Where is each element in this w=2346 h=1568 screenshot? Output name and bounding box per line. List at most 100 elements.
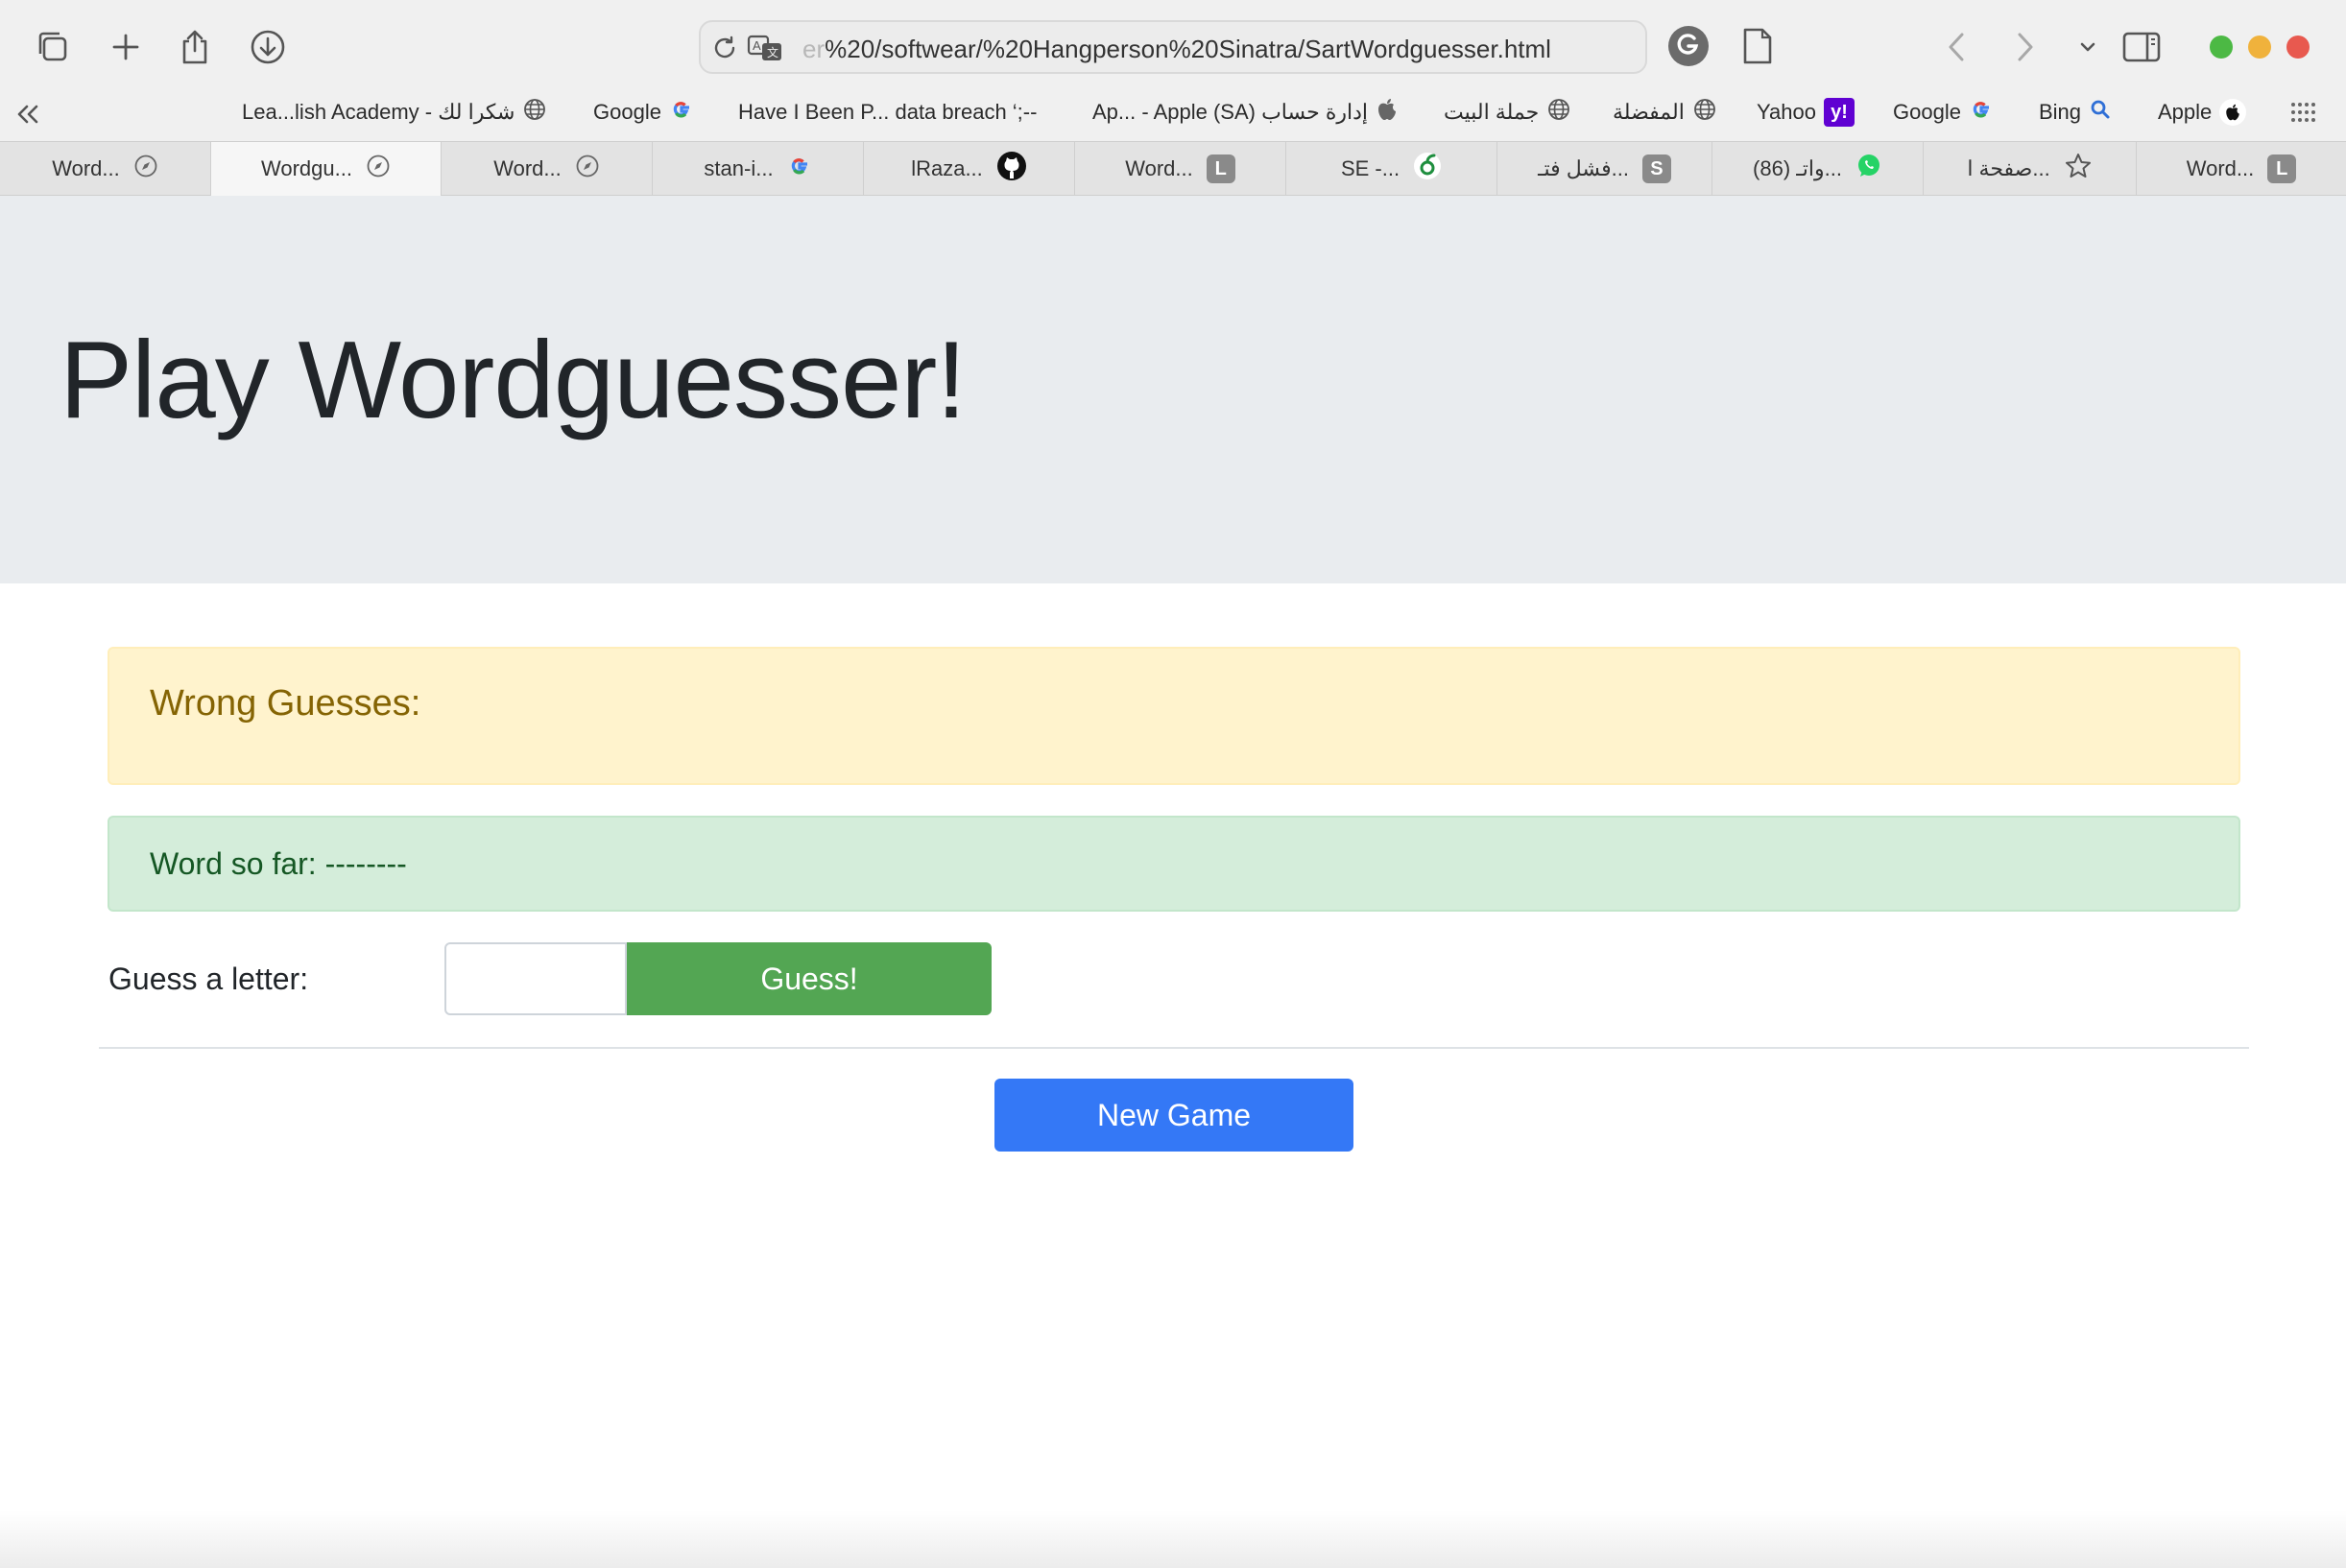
bookmark-label: Lea...lish Academy - شكرا لك (242, 100, 515, 124)
window-bottom-shadow (0, 1510, 2346, 1568)
traffic-light-yellow[interactable] (2248, 36, 2271, 59)
yahoo-icon: y! (1823, 98, 1855, 127)
chevron-left-icon (1941, 33, 1974, 71)
word-so-far-alert: Word so far: -------- (108, 816, 2240, 912)
share-icon (178, 28, 212, 66)
tab-label: (86) واتـ... (1753, 156, 1842, 180)
forward-button[interactable] (2008, 27, 2041, 72)
tab[interactable]: Word... L (1075, 142, 1286, 196)
tab-label: Word... (493, 156, 562, 180)
bookmark-item[interactable]: Bing (2039, 96, 2112, 129)
chevron-down-icon (2075, 42, 2100, 63)
all-bookmarks-button[interactable] (2290, 102, 2315, 128)
plus-icon (108, 30, 143, 64)
bookmark-item[interactable]: Google (593, 96, 694, 129)
downloads-button[interactable] (242, 21, 294, 73)
grammarly-icon (1674, 30, 1703, 63)
tab[interactable]: SE -... (1286, 142, 1497, 196)
github-icon (996, 151, 1027, 187)
bookmark-item[interactable]: Yahoo y! (1757, 96, 1855, 129)
address-bar[interactable]: A文 er%20/softwear/%20Hangperson%20Sinatr… (699, 20, 1647, 74)
google-icon (787, 154, 812, 184)
tab[interactable]: stan-i... (653, 142, 864, 196)
tab-label: Wordgu... (261, 156, 352, 180)
bookmark-label: Apple (2158, 100, 2213, 124)
bookmark-item[interactable]: Have I Been P... data breach ‘;-- (738, 96, 1037, 129)
tab-bar: Word... Wordgu... Word... stan-i... lRaz… (0, 141, 2346, 196)
bookmark-label: Have I Been P... data breach ‘;-- (738, 100, 1038, 124)
tab[interactable]: Word... (0, 142, 211, 196)
history-dropdown[interactable] (2075, 35, 2100, 64)
wrong-guesses-label: Wrong Guesses: (150, 683, 421, 724)
new-game-button[interactable]: New Game (994, 1079, 1353, 1152)
tab-label: lRaza... (911, 156, 983, 180)
bookmark-label: Bing (2039, 100, 2082, 124)
wrong-guesses-alert: Wrong Guesses: (108, 647, 2240, 785)
apple-icon (1376, 97, 1399, 128)
tab-overview-button[interactable] (27, 21, 79, 73)
bookmark-item[interactable]: جملة البيت (1444, 96, 1571, 129)
tab-label: Word... (1125, 156, 1193, 180)
svg-text:A: A (753, 38, 761, 53)
tab-overview-icon (34, 28, 72, 66)
tab-active[interactable]: Wordgu... (211, 142, 442, 196)
divider (99, 1047, 2249, 1049)
tab[interactable]: Word... L (2137, 142, 2346, 196)
compass-icon (133, 154, 158, 184)
tab[interactable]: (86) واتـ... (1712, 142, 1924, 196)
document-icon (1741, 28, 1774, 70)
download-icon (250, 29, 286, 65)
share-button[interactable] (169, 21, 221, 73)
sidebar-toggle-button[interactable] (2121, 29, 2162, 70)
tab[interactable]: lRaza... (864, 142, 1075, 196)
globe-icon (1546, 97, 1571, 128)
whatsapp-icon (1855, 153, 1882, 185)
tab[interactable]: صفحة ا... (1924, 142, 2137, 196)
jumbotron: Play Wordguesser! (0, 196, 2346, 583)
tab-label: Word... (52, 156, 120, 180)
bookmark-label: Google (593, 100, 661, 124)
double-chevron-left-icon (13, 105, 42, 132)
tab[interactable]: فشل فتـ... S (1497, 142, 1712, 196)
grid-icon (2290, 103, 2315, 127)
page-title: Play Wordguesser! (60, 320, 967, 441)
bookmark-label: المفضلة (1613, 100, 1685, 124)
sidebar-collapse-button[interactable] (13, 100, 42, 133)
new-tab-button[interactable] (100, 21, 152, 73)
browser-chrome: A文 er%20/softwear/%20Hangperson%20Sinatr… (0, 0, 2346, 196)
guess-letter-label: Guess a letter: (108, 962, 309, 996)
bookmark-item[interactable]: Google (1893, 96, 1994, 129)
tab[interactable]: Word... (442, 142, 653, 196)
globe-icon (522, 97, 547, 128)
apple-icon (2219, 99, 2247, 126)
star-icon (2064, 152, 2093, 186)
sidebar-icon (2121, 32, 2162, 69)
chevron-right-icon (2008, 33, 2041, 71)
s-icon: S (1641, 154, 1671, 183)
l-icon: L (1206, 154, 1235, 183)
bookmark-item[interactable]: Lea...lish Academy - شكرا لك (242, 96, 547, 129)
bookmark-item[interactable]: Apple (2158, 96, 2247, 129)
back-button[interactable] (1941, 27, 1974, 72)
svg-text:文: 文 (767, 45, 778, 59)
google-icon (669, 97, 694, 128)
grammarly-extension-button[interactable] (1668, 26, 1709, 66)
tab-label: SE -... (1340, 156, 1400, 180)
url-text: er%20/softwear/%20Hangperson%20Sinatra/S… (802, 35, 1551, 63)
reload-icon[interactable] (710, 34, 739, 67)
traffic-light-red[interactable] (2286, 36, 2310, 59)
reader-button[interactable] (1741, 26, 1774, 71)
bookmark-label: Google (1893, 100, 1961, 124)
translate-icon[interactable]: A文 (747, 34, 785, 67)
bookmark-item[interactable]: المفضلة (1613, 96, 1717, 129)
tab-label: صفحة ا... (1967, 156, 2050, 180)
traffic-light-green[interactable] (2210, 36, 2233, 59)
guess-letter-input[interactable] (444, 942, 627, 1015)
bookmark-label: جملة البيت (1444, 100, 1540, 124)
compass-icon (366, 154, 391, 184)
compass-icon (575, 154, 600, 184)
bookmark-item[interactable]: Ap... - Apple (SA) إدارة حساب (1092, 96, 1399, 129)
google-icon (1969, 97, 1994, 128)
tab-label: stan-i... (704, 156, 774, 180)
guess-button[interactable]: Guess! (627, 942, 992, 1015)
